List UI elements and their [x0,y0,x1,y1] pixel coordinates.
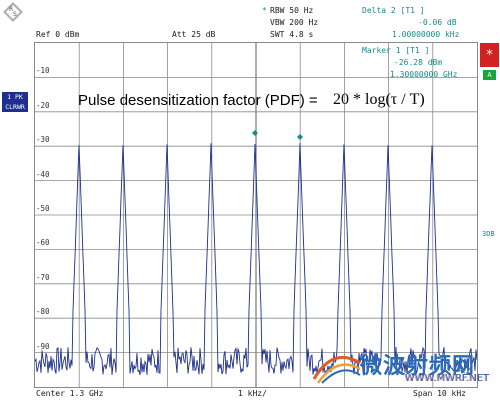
swt-readout: SWT 4.8 s [270,30,314,39]
pdf-annotation: Pulse desensitization factor (PDF) = [78,92,318,109]
delta-marker-freq: 1.00000000 kHz [392,30,460,39]
marker1-level: -26.28 dBm [394,58,443,67]
threshold-3db-label: 3DB [482,230,495,238]
y-tick-label: -20 [36,100,50,110]
y-tick-label: -90 [36,341,50,351]
span-readout: Span 10 kHz [413,389,466,398]
delta-marker-level: -0.06 dB [418,18,457,27]
pdf-formula: 20 * log(τ / T) [333,91,425,108]
rbw-readout: RBW 50 Hz [270,6,314,15]
status-star-box: * [480,43,499,67]
y-tick-label: -10 [36,66,50,76]
svg-text:S: S [13,11,17,18]
y-tick-label: -80 [36,307,50,317]
trace-detector: 1 PK [7,93,23,101]
marker-diamond[interactable] [252,130,258,136]
marker1-freq: 1.30000000 GHz [390,70,458,79]
rohde-schwarz-logo: R S [3,2,23,22]
center-frequency: Center 1.3 GHz [36,389,104,398]
marker-star: * [262,6,267,15]
y-tick-label: -40 [36,169,50,179]
y-tick-label: -50 [36,204,50,213]
frequency-per-div: 1 kHz/ [238,389,267,398]
ref-level-readout: Ref 0 dBm [36,30,80,39]
watermark-swirl-icon [312,355,361,384]
marker-diamond[interactable] [297,134,303,140]
trace-mode: CLRWR [5,103,25,111]
delta-marker-title: Delta 2 [T1 ] [362,6,425,15]
y-tick-label: -30 [36,135,50,145]
marker1-title: Marker 1 [T1 ] [362,46,430,55]
trace-mode-badge[interactable]: 1 PK CLRWR [2,92,28,112]
trace-a-indicator: A [483,70,496,80]
y-tick-label: -60 [36,238,50,248]
y-tick-label: -70 [36,272,50,282]
vbw-readout: VBW 200 Hz [270,18,319,27]
attenuation-readout: Att 25 dB [172,30,216,39]
watermark-url: WWW.MWRF.NET [405,373,490,384]
